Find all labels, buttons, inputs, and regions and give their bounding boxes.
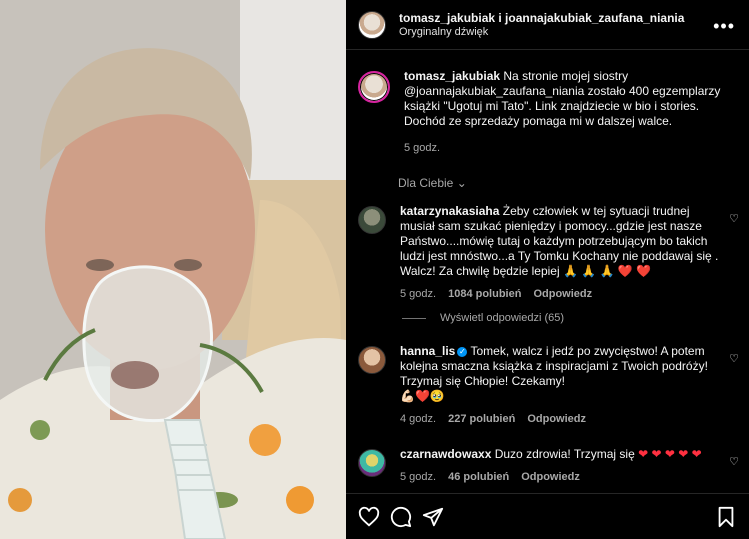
author-names[interactable]: tomasz_jakubiak i joannajakubiak_zaufana… — [399, 11, 684, 25]
heart-icon[interactable] — [358, 506, 380, 528]
bookmark-icon[interactable] — [715, 506, 737, 528]
comment-user[interactable]: hanna_lis — [400, 344, 455, 358]
post-panel: tomasz_jakubiak i joannajakubiak_zaufana… — [346, 0, 749, 539]
comment-time: 4 godz. — [400, 413, 437, 425]
avatar[interactable] — [358, 346, 386, 374]
heart-icon[interactable]: ♡ — [729, 455, 739, 468]
view-replies-label: Wyświetl odpowiedzi (65) — [440, 312, 565, 324]
heart-icon[interactable]: ♡ — [729, 212, 739, 225]
heart-icon[interactable]: ♡ — [729, 352, 739, 365]
avatar[interactable] — [358, 10, 386, 39]
caption-user[interactable]: tomasz_jakubiak — [404, 69, 500, 83]
comment-user[interactable]: katarzynakasiaha — [400, 204, 499, 218]
chevron-down-icon: ⌄ — [456, 176, 467, 190]
audio-label[interactable]: Oryginalny dźwięk — [399, 25, 684, 39]
comment-item: katarzynakasiaha Żeby człowiek w tej syt… — [346, 204, 749, 302]
comment-item: hanna_lis ✓ Tomek, walcz i jedź po zwycię… — [346, 344, 749, 427]
comment-text: Duzo zdrowia! Trzymaj się — [494, 447, 635, 461]
caption-time: 5 godz. — [404, 142, 441, 154]
comment-emoji: 💪🏻❤️🥹 — [400, 389, 445, 403]
comment-hearts: ❤ ❤ ❤ ❤ ❤ — [638, 447, 702, 461]
comment-time: 5 godz. — [400, 288, 437, 300]
filter-label: Dla Ciebie — [398, 176, 454, 190]
reply-button[interactable]: Odpowiedz — [533, 287, 592, 302]
avatar[interactable] — [358, 71, 390, 103]
view-replies-button[interactable]: Wyświetl odpowiedzi (65) — [346, 312, 749, 324]
comment-likes[interactable]: 227 polubień — [448, 412, 515, 427]
comment-likes[interactable]: 46 polubień — [448, 470, 509, 485]
verified-badge-icon: ✓ — [457, 347, 468, 357]
more-icon[interactable]: ••• — [713, 16, 735, 37]
comment-user[interactable]: czarnawdowaxx — [400, 447, 491, 461]
comment-icon[interactable] — [390, 506, 412, 528]
comment-item: czarnawdowaxx Duzo zdrowia! Trzymaj się … — [346, 447, 749, 485]
post-header: tomasz_jakubiak i joannajakubiak_zaufana… — [346, 0, 749, 50]
caption: tomasz_jakubiak Na stronie mojej siostry… — [346, 69, 749, 156]
avatar[interactable] — [358, 206, 386, 234]
comment-likes[interactable]: 1084 polubień — [448, 287, 521, 302]
comment-time: 5 godz. — [400, 471, 437, 483]
share-icon[interactable] — [422, 506, 444, 528]
comment-filter[interactable]: Dla Ciebie ⌄ — [346, 176, 749, 190]
action-bar — [346, 493, 749, 539]
video-frame — [0, 0, 346, 539]
reply-button[interactable]: Odpowiedz — [527, 412, 586, 427]
comments-scroll[interactable]: tomasz_jakubiak Na stronie mojej siostry… — [346, 51, 749, 493]
reply-button[interactable]: Odpowiedz — [521, 470, 580, 485]
divider — [402, 317, 426, 319]
reel-video[interactable] — [0, 0, 346, 539]
avatar[interactable] — [358, 449, 386, 477]
